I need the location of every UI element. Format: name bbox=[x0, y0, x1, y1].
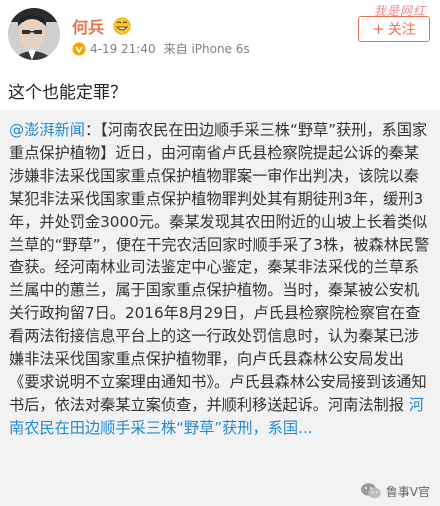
avatar[interactable] bbox=[8, 8, 60, 60]
wechat-icon bbox=[360, 482, 382, 500]
repost-card[interactable]: @澎湃新闻：【河南农民在田边顺手采三株“野草”获刑，系国家重点保护植物】近日，由… bbox=[0, 110, 440, 506]
footer-watermark: 鲁事V官 bbox=[359, 482, 430, 500]
mention-colon: ： bbox=[84, 121, 101, 139]
vip-icon bbox=[72, 42, 86, 56]
repost-body: 【河南农民在田边顺手采三株“野草”获刑，系国家重点保护植物】近日，由河南省卢氏县… bbox=[9, 121, 430, 414]
post-meta: 4-19 21:40 来自 iPhone 6s bbox=[72, 40, 250, 57]
plus-icon: + bbox=[372, 20, 385, 38]
footer-label: 鲁事V官 bbox=[385, 484, 430, 499]
grin-emoji-icon bbox=[112, 17, 132, 35]
post-header: 何兵 4-19 21:40 来自 iPhone 6s 我是网红 + 关注 bbox=[0, 0, 440, 72]
follow-label: 关注 bbox=[387, 22, 416, 38]
follow-button[interactable]: + 关注 bbox=[358, 16, 430, 42]
post-source: 来自 iPhone 6s bbox=[163, 42, 250, 56]
username-row: 何兵 bbox=[72, 14, 132, 38]
post-time: 4-19 21:40 bbox=[90, 41, 156, 56]
mention-link[interactable]: @澎湃新闻 bbox=[9, 121, 85, 139]
post-text: 这个也能定罪？ bbox=[8, 83, 127, 103]
username[interactable]: 何兵 bbox=[72, 14, 104, 38]
repost-text: @澎湃新闻：【河南农民在田边顺手采三株“野草”获刑，系国家重点保护植物】近日，由… bbox=[9, 119, 432, 440]
